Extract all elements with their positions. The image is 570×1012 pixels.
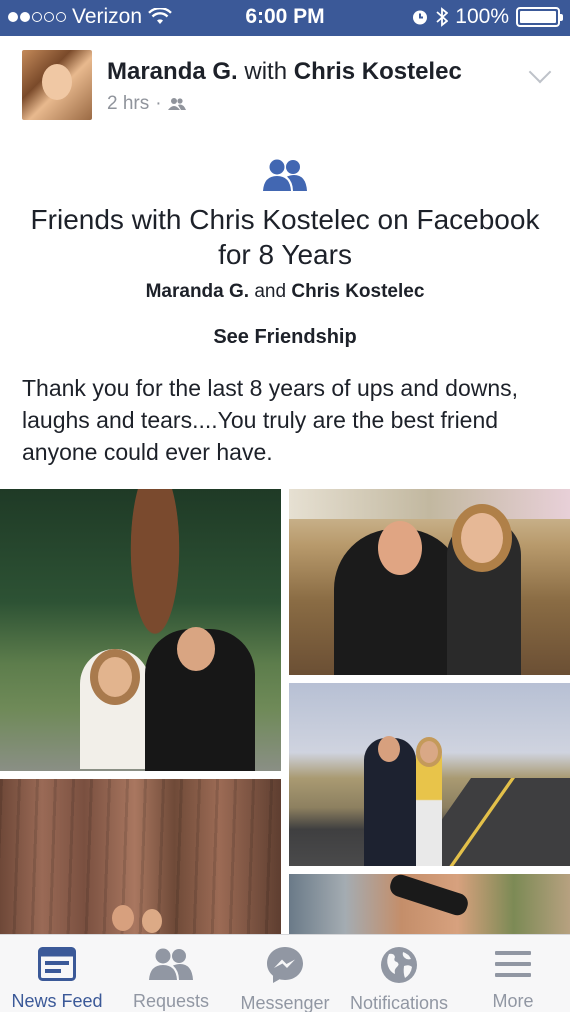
globe-icon bbox=[379, 945, 419, 985]
tab-messenger[interactable]: Messenger bbox=[228, 935, 342, 1012]
tab-label: News Feed bbox=[11, 991, 103, 1011]
author-name[interactable]: Maranda G. bbox=[107, 58, 238, 85]
post-options-chevron-icon[interactable] bbox=[528, 60, 552, 84]
tab-label: Messenger bbox=[240, 993, 330, 1012]
post-photo-restaurant[interactable] bbox=[289, 489, 570, 675]
tab-notifications[interactable]: Notifications bbox=[342, 935, 456, 1012]
with-word: with bbox=[244, 58, 288, 85]
bottom-tab-bar: News Feed Requests Messenger Notificatio… bbox=[0, 934, 570, 1012]
friends-audience-icon bbox=[167, 98, 186, 110]
tab-label: Notifications bbox=[349, 993, 449, 1012]
post-photo-sequoia-trunk[interactable] bbox=[0, 779, 281, 934]
tab-label: More bbox=[492, 991, 534, 1011]
bluetooth-icon bbox=[436, 7, 449, 27]
see-friendship-link[interactable]: See Friendship bbox=[0, 326, 570, 349]
messenger-icon bbox=[265, 945, 305, 985]
meta-separator: · bbox=[155, 93, 162, 114]
friendship-icon bbox=[263, 159, 307, 191]
friendship-names: Maranda G. and Chris Kostelec bbox=[0, 281, 570, 303]
post-author-line: Maranda G. with Chris Kostelec bbox=[107, 58, 462, 86]
battery-percent: 100% bbox=[455, 5, 509, 28]
author-avatar[interactable] bbox=[22, 50, 92, 120]
tab-requests[interactable]: Requests bbox=[114, 935, 228, 1012]
tab-news-feed[interactable]: News Feed bbox=[0, 935, 114, 1012]
tab-label: Requests bbox=[132, 991, 210, 1011]
news-feed-icon bbox=[38, 945, 76, 983]
post-meta: 2 hrs · bbox=[107, 93, 186, 115]
post-photo-selfie[interactable] bbox=[289, 874, 570, 934]
alarm-icon bbox=[413, 10, 428, 25]
post-body-text: Thank you for the last 8 years of ups an… bbox=[22, 375, 519, 465]
menu-icon bbox=[495, 945, 531, 983]
post-photo-forest-couple[interactable] bbox=[0, 489, 281, 771]
tagged-name[interactable]: Chris Kostelec bbox=[294, 58, 462, 85]
friendship-title: Friends with Chris Kostelec on Facebook … bbox=[30, 204, 540, 270]
battery-icon bbox=[516, 7, 563, 27]
post-photo-road[interactable] bbox=[289, 683, 570, 866]
friendship-name-b[interactable]: Chris Kostelec bbox=[291, 281, 424, 302]
post-header: Maranda G. with Chris Kostelec 2 hrs · bbox=[0, 36, 570, 132]
tab-more[interactable]: More bbox=[456, 935, 570, 1012]
friend-requests-icon bbox=[149, 945, 193, 983]
status-right: 100% bbox=[411, 5, 563, 29]
friendship-name-a[interactable]: Maranda G. bbox=[146, 281, 249, 302]
status-bar: Verizon 6:00 PM 100% bbox=[0, 0, 570, 36]
friendship-and: and bbox=[254, 281, 287, 302]
post-time[interactable]: 2 hrs bbox=[107, 93, 149, 115]
